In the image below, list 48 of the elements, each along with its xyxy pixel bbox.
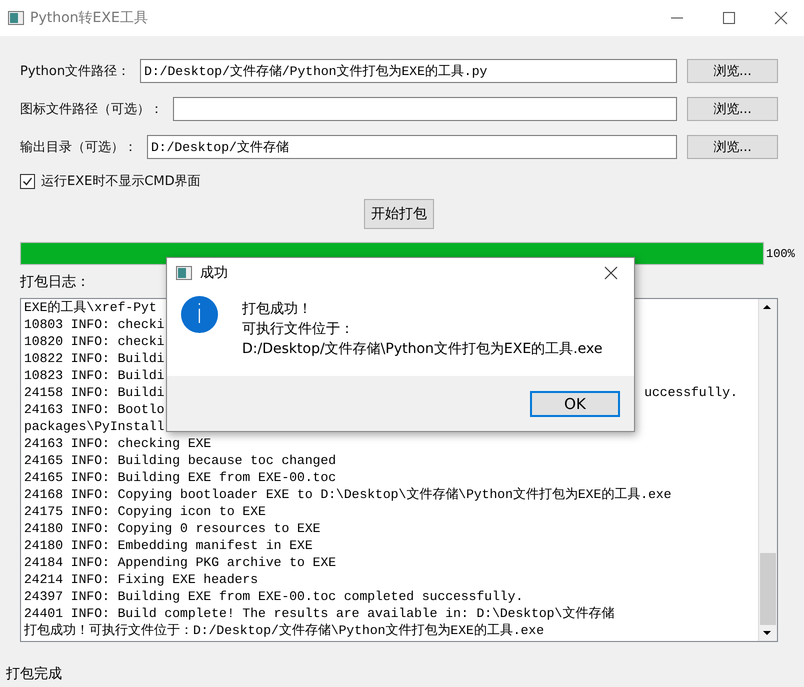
path-field[interactable]: D:/Desktop/文件存储 (147, 135, 677, 159)
field-label: Python文件路径： (20, 63, 130, 80)
log-line: 24168 INFO: Copying bootloader EXE to D:\Desktop\文件存储\Python文件打包为EXE的工具.exe (24, 486, 672, 503)
log-line: 24214 INFO: Fixing EXE headers (24, 571, 258, 588)
app-icon (8, 11, 24, 25)
info-icon: i (181, 296, 218, 333)
window-title: Python转EXE工具 (30, 9, 149, 27)
log-line: 24180 INFO: Embedding manifest in EXE (24, 537, 313, 554)
log-line: 24401 INFO: Build complete! The results are available in: D:\Desktop\文件存储 (24, 605, 614, 622)
path-field[interactable] (173, 97, 677, 121)
log-line: 24397 INFO: Building EXE from EXE-00.toc completed successfully. (24, 588, 524, 605)
log-label: 打包日志： (20, 273, 91, 291)
log-line: 10822 INFO: Buildi (24, 350, 164, 367)
browse-button[interactable]: 浏览... (687, 97, 778, 121)
dialog-message: D:/Desktop/文件存储\Python文件打包为EXE的工具.exe (242, 340, 602, 359)
scrollbar[interactable] (758, 299, 777, 641)
dialog-title: 成功 (200, 264, 229, 282)
log-line: 10803 INFO: checki (24, 316, 164, 333)
checkmark-icon (22, 176, 33, 186)
log-line: 10820 INFO: checki (24, 333, 164, 350)
log-line: 24163 INFO: checking EXE (24, 435, 212, 452)
ok-button[interactable]: OK (530, 390, 620, 416)
log-line: 打包成功！可执行文件位于：D:/Desktop/文件存储\Python文件打包为EXE的工具.exe (24, 622, 544, 639)
progress-reading: 100% (766, 246, 796, 260)
log-line: 24165 INFO: Building because toc changed (24, 452, 336, 469)
status-text: 打包完成 (6, 665, 62, 683)
dialog-message: 可执行文件位于： (242, 320, 355, 339)
log-line: packages\PyInstall (24, 418, 164, 435)
browse-button[interactable]: 浏览... (687, 59, 778, 83)
log-line: 24158 INFO: Buildi (24, 384, 164, 401)
log-line: 24184 INFO: Appending PKG archive to EXE (24, 554, 336, 571)
checkbox-label: 运行EXE时不显示CMD界面 (41, 173, 201, 190)
log-line: 24165 INFO: Building EXE from EXE-00.toc (24, 469, 336, 486)
log-line: 24175 INFO: Copying icon to EXE (24, 503, 266, 520)
app-icon (176, 266, 192, 280)
scroll-thumb[interactable] (760, 553, 776, 625)
checkbox[interactable] (20, 174, 35, 188)
start-button[interactable]: 开始打包 (364, 199, 434, 229)
path-field[interactable]: D:/Desktop/文件存储/Python文件打包为EXE的工具.py (140, 59, 677, 83)
log-line: uccessfully. (644, 384, 738, 401)
log-line: EXE的工具\xref-Pyt (24, 299, 157, 316)
log-line: 24180 INFO: Copying 0 resources to EXE (24, 520, 320, 537)
browse-button[interactable]: 浏览... (687, 135, 778, 159)
dialog-message: 打包成功！ (242, 300, 313, 319)
field-label: 图标文件路径（可选）： (20, 101, 163, 118)
log-line: 24163 INFO: Bootlo (24, 401, 164, 418)
field-label: 输出目录（可选）： (20, 139, 137, 156)
log-line: 10823 INFO: Buildi (24, 367, 164, 384)
